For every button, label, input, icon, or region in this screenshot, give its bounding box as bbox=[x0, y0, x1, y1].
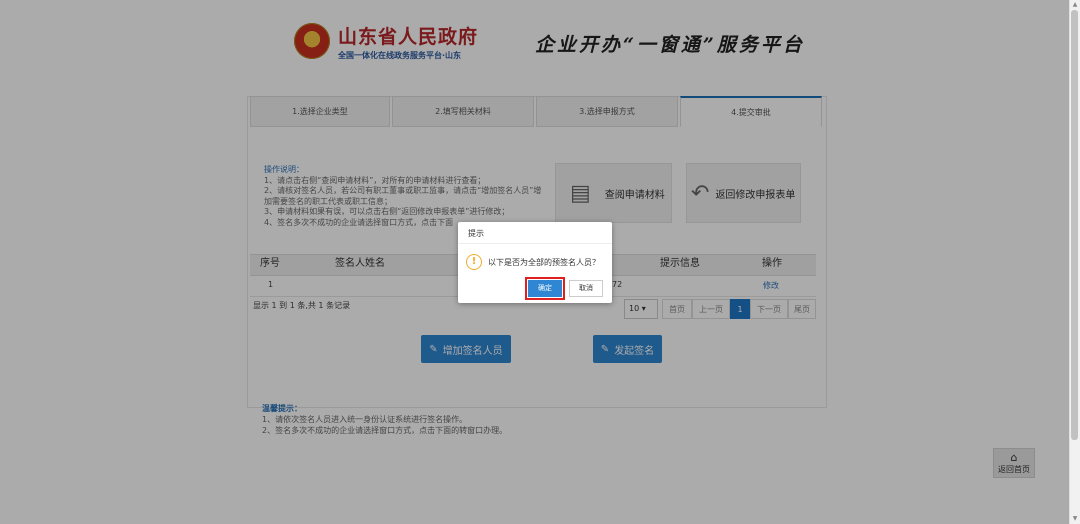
warning-icon: ! bbox=[466, 254, 482, 270]
dialog-message: 以下是否为全部的预签名人员？ bbox=[488, 258, 600, 267]
scroll-down-icon[interactable]: ▼ bbox=[1070, 514, 1080, 524]
confirm-dialog: 提示 ! 以下是否为全部的预签名人员？ 确定 取消 bbox=[458, 222, 612, 303]
dialog-title: 提示 bbox=[468, 229, 484, 238]
confirm-button[interactable]: 确定 bbox=[525, 277, 565, 300]
dialog-divider bbox=[458, 243, 612, 244]
scrollbar-thumb[interactable] bbox=[1071, 10, 1078, 440]
scroll-up-icon[interactable]: ▲ bbox=[1070, 0, 1080, 10]
cancel-button[interactable]: 取消 bbox=[569, 280, 603, 297]
